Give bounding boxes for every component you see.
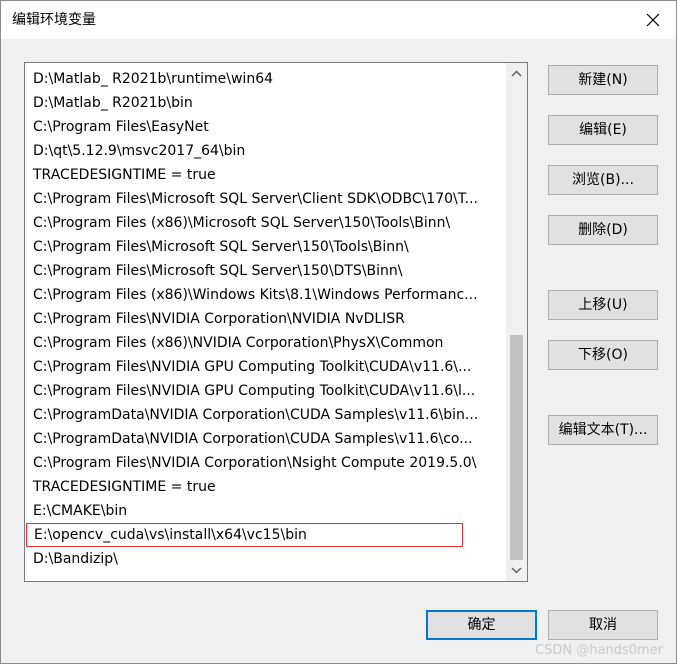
list-item[interactable]: C:\Program Files\NVIDIA Corporation\Nsig…: [25, 451, 506, 475]
list-item[interactable]: C:\Program Files\NVIDIA Corporation\NVID…: [25, 307, 506, 331]
new-button[interactable]: 新建(N): [548, 65, 658, 95]
list-item-highlighted[interactable]: E:\opencv_cuda\vs\install\x64\vc15\bin: [26, 523, 463, 547]
list-item[interactable]: C:\Program Files (x86)\Microsoft SQL Ser…: [25, 211, 506, 235]
cancel-button[interactable]: 取消: [548, 610, 658, 640]
chevron-down-icon: [511, 567, 522, 574]
scroll-up-button[interactable]: [506, 63, 527, 84]
edit-environment-variable-dialog: 编辑环境变量 D:\Matlab_ R2021b\runtime\win64 D:…: [0, 0, 677, 664]
vertical-scrollbar[interactable]: [506, 63, 527, 581]
edit-button[interactable]: 编辑(E): [548, 115, 658, 145]
list-item[interactable]: C:\Program Files\NVIDIA GPU Computing To…: [25, 379, 506, 403]
list-item[interactable]: D:\Matlab_ R2021b\runtime\win64: [25, 67, 506, 91]
list-item[interactable]: TRACEDESIGNTIME = true: [25, 163, 506, 187]
list-item[interactable]: C:\Program Files (x86)\Windows Kits\8.1\…: [25, 283, 506, 307]
delete-button[interactable]: 删除(D): [548, 215, 658, 245]
list-item[interactable]: E:\CMAKE\bin: [25, 499, 506, 523]
list-item[interactable]: D:\qt\5.12.9\msvc2017_64\bin: [25, 139, 506, 163]
list-item[interactable]: C:\ProgramData\NVIDIA Corporation\CUDA S…: [25, 427, 506, 451]
list-item[interactable]: C:\Program Files\EasyNet: [25, 115, 506, 139]
edit-text-button[interactable]: 编辑文本(T)...: [548, 415, 658, 445]
browse-button[interactable]: 浏览(B)...: [548, 165, 658, 195]
list-item[interactable]: TRACEDESIGNTIME = true: [25, 475, 506, 499]
scroll-down-button[interactable]: [506, 560, 527, 581]
list-item[interactable]: D:\Matlab_ R2021b\bin: [25, 91, 506, 115]
move-up-button[interactable]: 上移(U): [548, 290, 658, 320]
ok-button[interactable]: 确定: [426, 610, 537, 640]
chevron-up-icon: [511, 70, 522, 77]
scroll-thumb[interactable]: [510, 335, 523, 560]
close-button[interactable]: [630, 1, 676, 39]
move-down-button[interactable]: 下移(O): [548, 340, 658, 370]
list-item[interactable]: C:\Program Files\NVIDIA GPU Computing To…: [25, 355, 506, 379]
path-list: D:\Matlab_ R2021b\runtime\win64 D:\Matlab…: [25, 67, 506, 571]
title-bar: 编辑环境变量: [1, 1, 676, 39]
watermark: CSDN @hands0mer: [535, 643, 663, 658]
path-listbox[interactable]: D:\Matlab_ R2021b\runtime\win64 D:\Matlab…: [24, 62, 528, 582]
list-item[interactable]: D:\Bandizip\: [25, 547, 506, 571]
list-item[interactable]: C:\ProgramData\NVIDIA Corporation\CUDA S…: [25, 403, 506, 427]
list-item[interactable]: C:\Program Files\Microsoft SQL Server\Cl…: [25, 187, 506, 211]
list-item[interactable]: C:\Program Files\Microsoft SQL Server\15…: [25, 259, 506, 283]
close-icon: [646, 13, 660, 27]
list-item[interactable]: C:\Program Files (x86)\NVIDIA Corporatio…: [25, 331, 506, 355]
list-item[interactable]: C:\Program Files\Microsoft SQL Server\15…: [25, 235, 506, 259]
window-title: 编辑环境变量: [12, 12, 96, 28]
